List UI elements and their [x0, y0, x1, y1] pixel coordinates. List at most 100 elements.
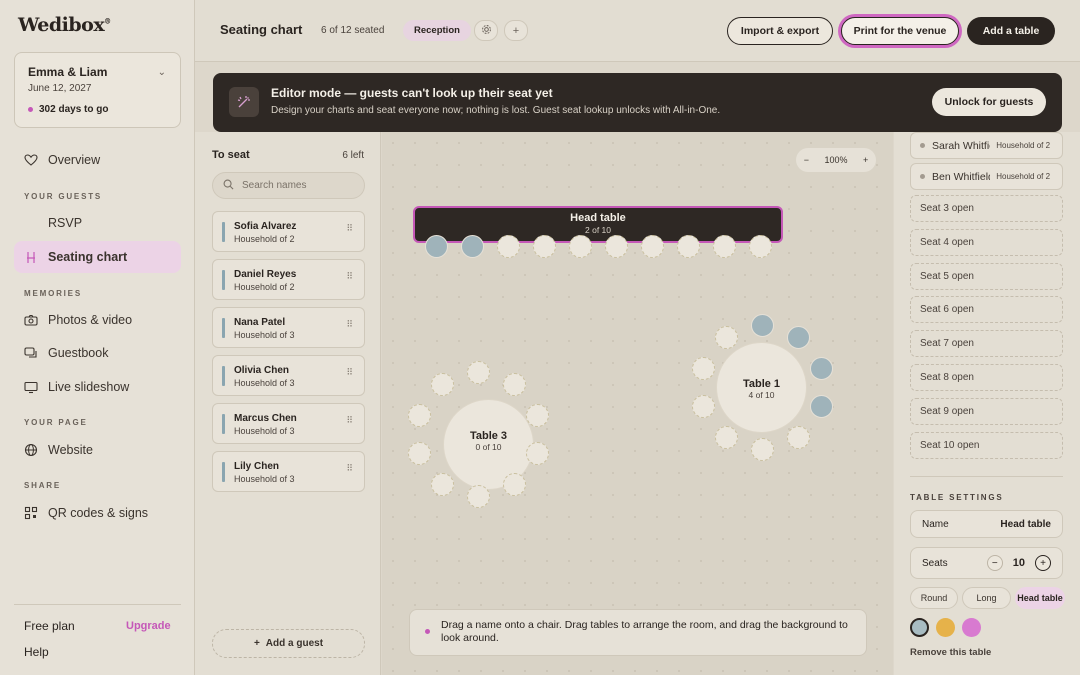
seat-taken[interactable] — [425, 235, 448, 258]
seat-empty[interactable] — [692, 395, 716, 419]
seat-empty[interactable] — [533, 235, 556, 258]
guest-card[interactable]: Nana Patel Household of 3 ⠿ — [212, 307, 365, 348]
drag-handle-icon[interactable]: ⠿ — [346, 320, 353, 329]
tab-reception[interactable]: Reception — [403, 20, 471, 41]
guest-card[interactable]: Daniel Reyes Household of 2 ⠿ — [212, 259, 365, 300]
open-seat-row[interactable]: Seat 8 open — [910, 364, 1063, 391]
add-room-button[interactable]: + — [504, 20, 528, 41]
help-link[interactable]: Help — [24, 645, 49, 659]
seat-empty[interactable] — [714, 426, 738, 450]
drag-handle-icon[interactable]: ⠿ — [346, 464, 353, 473]
import-export-button[interactable]: Import & export — [727, 17, 833, 45]
remove-table-link[interactable]: Remove this table — [910, 647, 991, 658]
open-seat-row[interactable]: Seat 4 open — [910, 229, 1063, 256]
drag-handle-icon[interactable]: ⠿ — [346, 224, 353, 233]
seat-empty[interactable] — [467, 361, 490, 384]
seat-row-seated[interactable]: Sarah Whitfield Household of 2 — [910, 132, 1063, 159]
shape-round-option[interactable]: Round — [910, 587, 958, 609]
seat-empty[interactable] — [714, 325, 738, 349]
seat-empty[interactable] — [503, 473, 527, 497]
section-memories: MEMORIES — [24, 289, 82, 298]
seat-empty[interactable] — [430, 372, 454, 396]
seat-empty[interactable] — [525, 403, 549, 427]
seat-empty[interactable] — [525, 442, 549, 466]
upgrade-link[interactable]: Upgrade — [126, 620, 171, 632]
guest-card[interactable]: Sofia Alvarez Household of 2 ⠿ — [212, 211, 365, 252]
app-logo[interactable]: Wedibox® — [18, 14, 111, 36]
unlock-for-guests-button[interactable]: Unlock for guests — [932, 88, 1046, 116]
color-swatch[interactable] — [910, 618, 929, 637]
seat-empty[interactable] — [503, 372, 527, 396]
seat-empty[interactable] — [569, 235, 592, 258]
table-settings-heading: TABLE SETTINGS — [910, 493, 1004, 502]
add-guest-button[interactable]: + Add a guest — [212, 629, 365, 658]
nav-rsvp[interactable]: RSVP — [14, 207, 181, 239]
guest-card[interactable]: Lily Chen Household of 3 ⠿ — [212, 451, 365, 492]
table-name-value[interactable]: Head table — [1000, 519, 1051, 530]
shape-long-option[interactable]: Long — [962, 587, 1011, 609]
guest-card[interactable]: Marcus Chen Household of 3 ⠿ — [212, 403, 365, 444]
open-seat-row[interactable]: Seat 5 open — [910, 263, 1063, 290]
nav-slideshow[interactable]: Live slideshow — [14, 371, 181, 403]
tip-dot-icon — [425, 629, 430, 634]
open-seat-row[interactable]: Seat 3 open — [910, 195, 1063, 222]
seats-decrement-button[interactable]: − — [986, 555, 1003, 571]
seat-empty[interactable] — [713, 235, 736, 258]
seat-empty[interactable] — [677, 235, 700, 258]
guest-card[interactable]: Olivia Chen Household of 3 ⠿ — [212, 355, 365, 396]
seat-empty[interactable] — [641, 235, 664, 258]
shape-head-table-option[interactable]: Head table — [1015, 587, 1065, 609]
search-input[interactable] — [242, 180, 352, 191]
seat-empty[interactable] — [497, 235, 520, 258]
nav-qr-codes[interactable]: QR codes & signs — [14, 497, 181, 529]
drag-handle-icon[interactable]: ⠿ — [346, 272, 353, 281]
nav-seating-chart[interactable]: Seating chart — [14, 241, 181, 273]
seat-row-seated[interactable]: Ben Whitfield Household of 2 — [910, 163, 1063, 190]
seat-empty[interactable] — [749, 235, 772, 258]
table-name-field[interactable]: Name Head table — [910, 510, 1063, 538]
room-settings-button[interactable] — [474, 20, 498, 41]
tip-text: Drag a name onto a chair. Drag tables to… — [441, 619, 848, 644]
nav-photos-label: Photos & video — [48, 313, 133, 327]
seat-empty[interactable] — [408, 442, 432, 466]
add-table-button[interactable]: Add a table — [967, 17, 1055, 45]
search-box[interactable] — [212, 172, 365, 199]
plus-icon: + — [253, 638, 260, 649]
seating-canvas[interactable]: − 100% + Head table 2 of 10 Table 3 0 of… — [382, 132, 893, 675]
guest-household: Household of 3 — [234, 378, 295, 388]
page-title: Seating chart — [220, 22, 303, 37]
nav-photos[interactable]: Photos & video — [14, 304, 181, 336]
seat-empty[interactable] — [467, 485, 490, 508]
open-seat-row[interactable]: Seat 9 open — [910, 398, 1063, 425]
plus-icon: + — [512, 24, 520, 37]
nav-guestbook[interactable]: Guestbook — [14, 337, 181, 369]
seat-taken[interactable] — [809, 395, 833, 419]
seat-empty[interactable] — [692, 356, 716, 380]
seat-empty[interactable] — [787, 426, 811, 450]
seat-taken[interactable] — [787, 325, 811, 349]
seat-empty[interactable] — [751, 438, 774, 461]
nav-overview[interactable]: Overview — [14, 144, 181, 176]
nav-website[interactable]: Website — [14, 434, 181, 466]
zoom-in-button[interactable]: + — [863, 155, 868, 165]
seat-taken[interactable] — [751, 314, 774, 337]
event-date: June 12, 2027 — [28, 83, 92, 94]
open-seat-row[interactable]: Seat 10 open — [910, 432, 1063, 459]
open-seat-row[interactable]: Seat 7 open — [910, 330, 1063, 357]
seat-taken[interactable] — [461, 235, 484, 258]
section-share: SHARE — [24, 481, 62, 490]
seat-taken[interactable] — [809, 356, 833, 380]
color-swatch[interactable] — [962, 618, 981, 637]
zoom-out-button[interactable]: − — [804, 155, 809, 165]
drag-handle-icon[interactable]: ⠿ — [346, 368, 353, 377]
seats-increment-button[interactable]: + — [1035, 555, 1051, 571]
seat-empty[interactable] — [408, 403, 432, 427]
drag-handle-icon[interactable]: ⠿ — [346, 416, 353, 425]
open-seat-row[interactable]: Seat 6 open — [910, 296, 1063, 323]
event-switcher[interactable]: Emma & Liam ⌄ June 12, 2027 302 days to … — [14, 52, 181, 128]
print-venue-button[interactable]: Print for the venue — [841, 17, 959, 45]
color-swatch[interactable] — [936, 618, 955, 637]
table-1[interactable]: Table 1 4 of 10 — [716, 342, 807, 433]
seat-empty[interactable] — [605, 235, 628, 258]
seat-empty[interactable] — [430, 473, 454, 497]
